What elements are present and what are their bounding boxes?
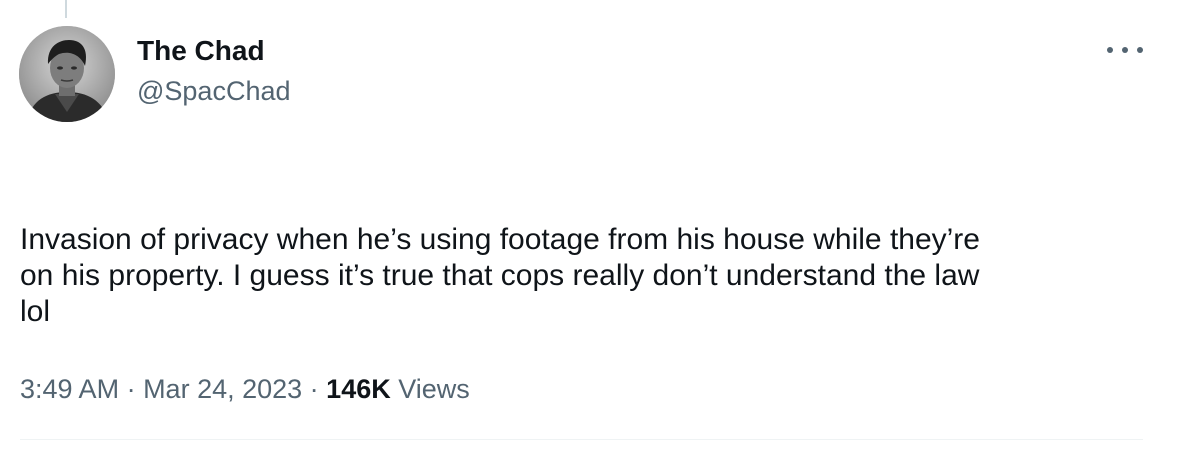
views-label: Views bbox=[390, 374, 470, 404]
more-icon-dot bbox=[1122, 47, 1128, 53]
more-icon-dot bbox=[1137, 47, 1143, 53]
views-count: 146K bbox=[326, 374, 391, 404]
more-icon-dot bbox=[1107, 47, 1113, 53]
thread-connector-line bbox=[65, 0, 67, 18]
tweet-meta: 3:49 AM · Mar 24, 2023 · 146K Views bbox=[20, 372, 470, 406]
avatar[interactable] bbox=[19, 26, 115, 122]
more-horizontal-icon[interactable] bbox=[1107, 36, 1143, 64]
meta-separator: · bbox=[302, 374, 327, 404]
author-handle[interactable]: @SpacChad bbox=[137, 74, 291, 108]
author-display-name[interactable]: The Chad bbox=[137, 34, 291, 68]
avatar-photo bbox=[19, 26, 115, 122]
tweet-text: Invasion of privacy when he’s using foot… bbox=[20, 223, 980, 328]
tweet-time[interactable]: 3:49 AM bbox=[20, 374, 119, 404]
meta-separator: · bbox=[119, 374, 144, 404]
author-block: The Chad @SpacChad bbox=[137, 34, 291, 108]
tweet-date[interactable]: Mar 24, 2023 bbox=[143, 374, 302, 404]
divider bbox=[20, 439, 1143, 440]
